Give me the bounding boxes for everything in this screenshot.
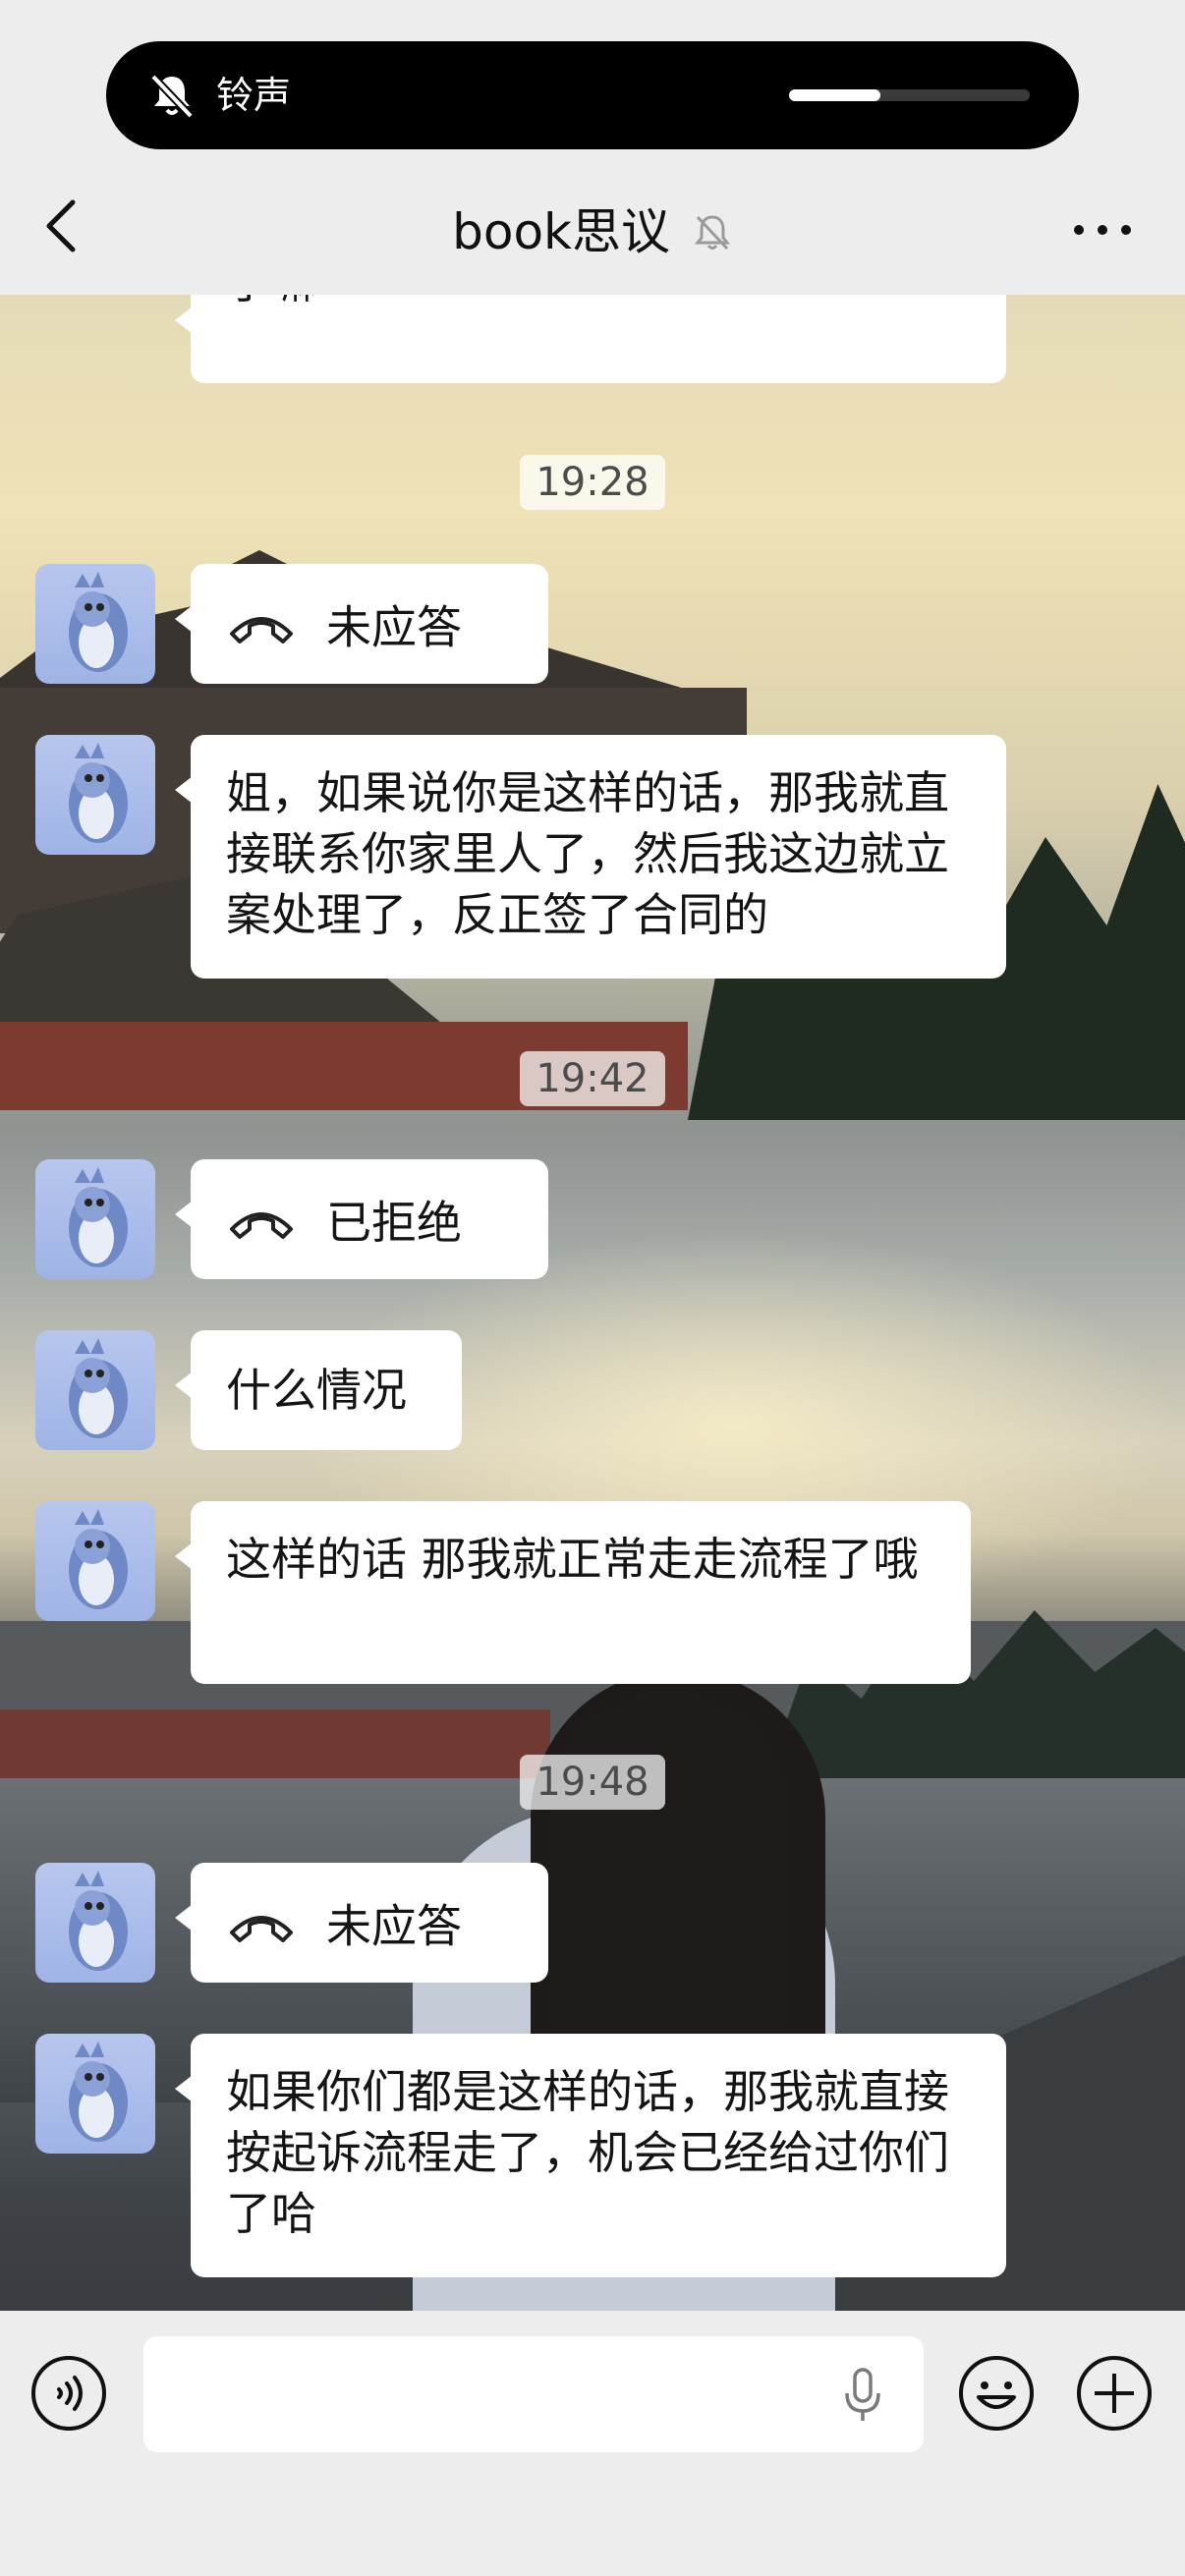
avatar[interactable] [35, 1863, 155, 1983]
avatar-image [69, 2042, 128, 2142]
message-bubble[interactable]: 姐，如果说你是这样的话，那我就直接联系你家里人了，然后我这边就立案处理了，反正签… [175, 735, 1006, 979]
avatar-image [69, 1871, 128, 1971]
avatar[interactable] [35, 564, 155, 684]
ringer-status-pill: 铃声 [106, 41, 1079, 149]
message-input[interactable] [143, 2336, 924, 2452]
avatar[interactable] [35, 1159, 155, 1279]
call-record-bubble[interactable]: 未应答 [175, 564, 548, 684]
message-text: 如果你们都是这样的话，那我就直接按起诉流程走了，机会已经给过你们了哈 [226, 2065, 949, 2240]
bell-slash-icon [150, 74, 194, 119]
avatar[interactable] [35, 2034, 155, 2154]
timestamp-label: 19:28 [520, 455, 665, 510]
chat-title: book思议 [452, 202, 670, 260]
call-status: 已拒绝 [326, 1196, 462, 1250]
timestamp: 19:28 [0, 455, 1185, 510]
timestamp-label: 19:48 [520, 1755, 665, 1810]
timestamp: 19:42 [0, 1051, 1185, 1106]
message-bubble[interactable]: 什么情况 [175, 1330, 462, 1450]
more-dots-icon[interactable] [1071, 210, 1134, 250]
phone-icon [230, 616, 293, 644]
mic-icon[interactable] [843, 2366, 882, 2425]
plus-icon[interactable] [1075, 2354, 1154, 2433]
ringer-label: 铃声 [216, 74, 292, 117]
call-status: 未应答 [326, 1899, 462, 1953]
message-text: 这样的话 那我就正常走走流程了哦 [226, 1533, 919, 1586]
emoji-icon[interactable] [957, 2354, 1036, 2433]
avatar-image [69, 743, 128, 843]
avatar-image [69, 572, 128, 672]
phone-icon [230, 1915, 293, 1942]
mute-bell-icon [694, 214, 731, 250]
call-record-bubble[interactable]: 已拒绝 [175, 1159, 548, 1279]
avatar-image [69, 1338, 128, 1438]
chat-title-wrap: book思议 [0, 196, 1185, 263]
avatar-image [69, 1509, 128, 1609]
volume-bar [789, 89, 1030, 101]
call-record-bubble[interactable]: 未应答 [175, 1863, 548, 1983]
message-text: 姐，如果说你是这样的话，那我就直接联系你家里人了，然后我这边就立案处理了，反正签… [226, 766, 949, 941]
avatar[interactable] [35, 1330, 155, 1450]
avatar[interactable] [35, 735, 155, 855]
timestamp-label: 19:42 [520, 1051, 665, 1106]
timestamp: 19:48 [0, 1755, 1185, 1810]
avatar-image [69, 1167, 128, 1267]
message-bubble[interactable]: 这样的话 那我就正常走走流程了哦 [175, 1501, 971, 1684]
phone-icon [230, 1211, 293, 1239]
voice-icon[interactable] [29, 2354, 108, 2433]
volume-fill [789, 89, 881, 101]
chat-input-bar [0, 2311, 1185, 2576]
message-text: 什么情况 [226, 1364, 407, 1417]
call-status: 未应答 [326, 600, 462, 654]
avatar[interactable] [35, 1501, 155, 1621]
message-bubble[interactable]: 如果你们都是这样的话，那我就直接按起诉流程走了，机会已经给过你们了哈 [175, 2034, 1006, 2277]
